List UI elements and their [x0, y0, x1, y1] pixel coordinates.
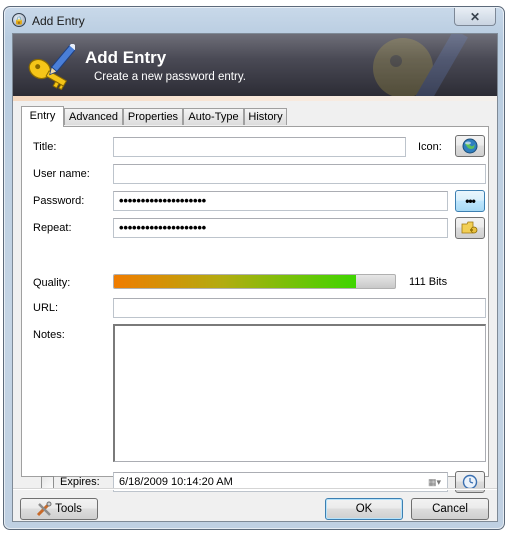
tools-label: Tools [55, 503, 82, 515]
ok-button[interactable]: OK [325, 498, 403, 520]
add-entry-dialog: 🔒 Add Entry ✕ Add Entry Create a new pas… [3, 6, 505, 530]
quality-bar [113, 274, 396, 289]
key-pen-watermark-icon [373, 34, 468, 96]
show-password-button[interactable]: ••• [455, 190, 485, 212]
banner-title: Add Entry [85, 48, 167, 67]
dots-icon: ••• [465, 194, 476, 208]
password-label: Password: [33, 195, 85, 207]
key-pen-icon [28, 44, 75, 90]
tab-properties[interactable]: Properties [123, 108, 183, 125]
tab-auto-type[interactable]: Auto-Type [183, 108, 244, 125]
quality-label: Quality: [33, 277, 71, 289]
tools-icon [37, 501, 52, 517]
globe-icon [462, 138, 478, 154]
notes-textarea[interactable] [113, 324, 486, 462]
tab-advanced[interactable]: Advanced [64, 108, 123, 125]
cancel-button[interactable]: Cancel [411, 498, 489, 520]
title-input[interactable] [113, 137, 406, 157]
entry-tab-panel: Title: Icon: User name: Password: ••••••… [21, 126, 489, 493]
quality-bar-fill [114, 275, 356, 288]
banner: Add Entry Create a new password entry. [13, 34, 497, 96]
notes-label: Notes: [33, 329, 65, 341]
close-button[interactable]: ✕ [454, 8, 496, 26]
username-input[interactable] [113, 164, 486, 184]
username-label: User name: [33, 168, 90, 180]
key-folder-icon [461, 221, 478, 234]
quality-bits-text: 111 Bits [409, 276, 448, 288]
password-input[interactable]: •••••••••••••••••••• [113, 191, 448, 211]
expires-datetime-value: 6/18/2009 10:14:20 AM [119, 476, 233, 488]
tab-entry[interactable]: Entry [21, 106, 64, 127]
password-generator-button[interactable] [455, 217, 485, 239]
lock-icon: 🔒 [12, 13, 26, 27]
title-bar: 🔒 Add Entry ✕ [4, 7, 504, 33]
icon-label: Icon: [418, 141, 442, 153]
tools-button[interactable]: Tools [20, 498, 98, 520]
repeat-password-input[interactable]: •••••••••••••••••••• [113, 218, 448, 238]
footer-divider [13, 488, 497, 490]
icon-picker-button[interactable] [455, 135, 485, 157]
url-label: URL: [33, 302, 59, 314]
title-label: Title: [33, 141, 57, 153]
url-input[interactable] [113, 298, 486, 318]
banner-subtitle: Create a new password entry. [94, 71, 246, 83]
window-title: Add Entry [32, 14, 85, 28]
expires-label: Expires: [60, 476, 100, 488]
dialog-client: Add Entry Create a new password entry. E… [12, 33, 498, 522]
repeat-label: Repeat: [33, 222, 72, 234]
banner-accent-strip [13, 96, 497, 101]
tab-history[interactable]: History [244, 108, 287, 125]
